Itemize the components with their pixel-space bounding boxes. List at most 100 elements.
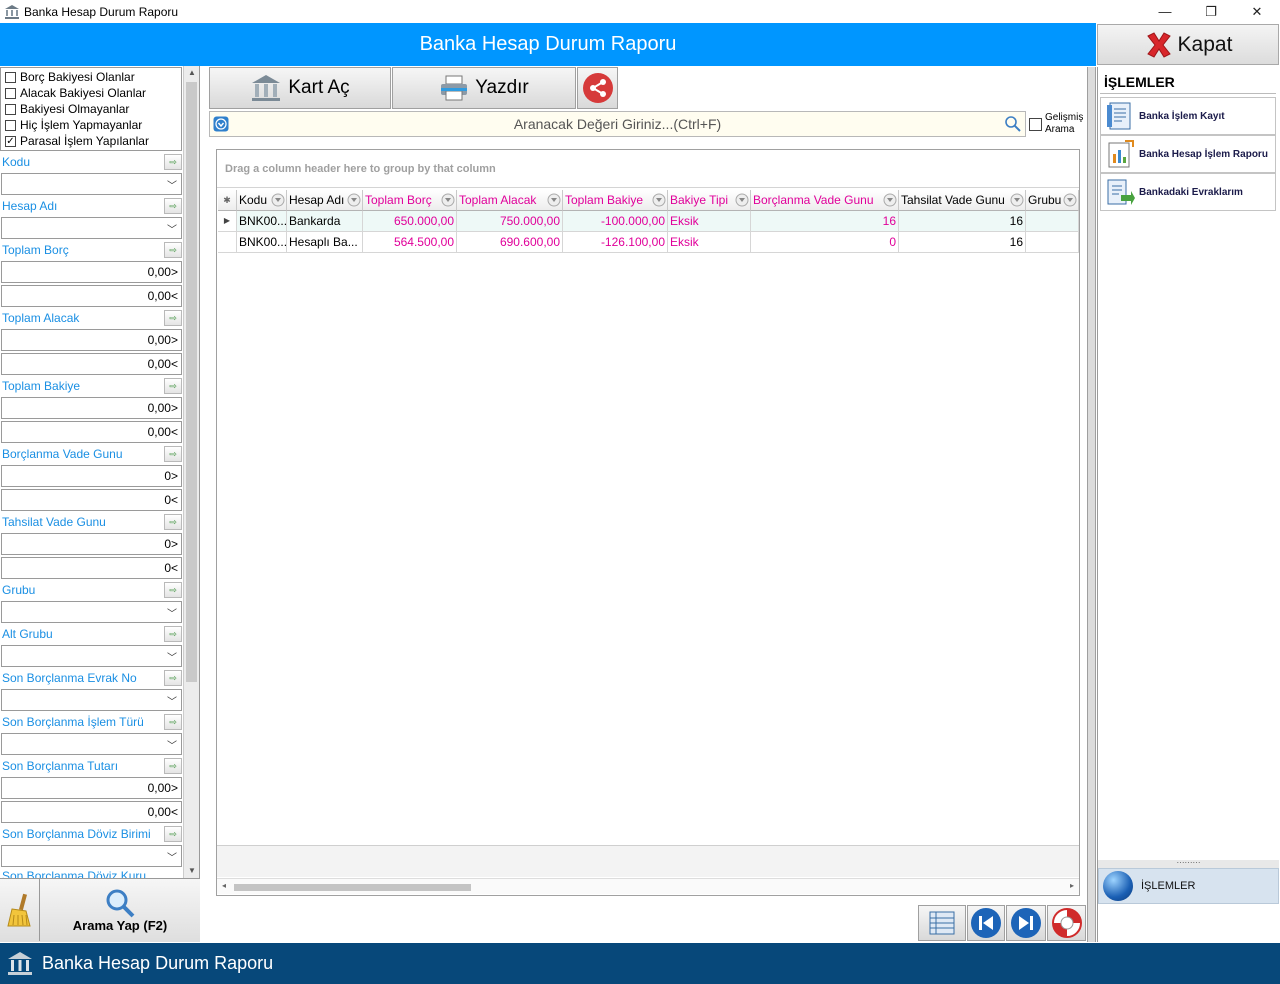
tahsilat-vade-min-input[interactable]: 0> [1, 533, 182, 555]
toplam-borc-min-input[interactable]: 0,00> [1, 261, 182, 283]
filter-apply-icon[interactable]: ⇨ [164, 446, 182, 462]
cell-bakiye-tipi[interactable]: Eksik [668, 232, 751, 253]
cell-toplam-bakiye[interactable]: -126.100,00 [563, 232, 668, 253]
cell-borclanma-vade[interactable]: 16 [751, 211, 899, 232]
chevron-down-icon[interactable]: ﹀ [167, 649, 177, 664]
last-record-button[interactable] [1006, 905, 1046, 941]
chevron-down-icon[interactable]: ﹀ [167, 177, 177, 192]
scroll-left-icon[interactable]: ◂ [222, 881, 226, 890]
column-header-toplam-alacak[interactable]: Toplam Alacak [457, 190, 563, 211]
cell-borclanma-vade[interactable]: 0 [751, 232, 899, 253]
grubu-combo[interactable]: ﹀ [1, 601, 182, 623]
kodu-combo[interactable]: ﹀ [1, 173, 182, 195]
filter-icon[interactable] [1063, 193, 1077, 207]
yazdir-button[interactable]: Yazdır [392, 67, 576, 109]
cell-hesap-adi[interactable]: Bankarda [287, 211, 363, 232]
chevron-down-icon[interactable]: ﹀ [167, 737, 177, 752]
filter-apply-icon[interactable]: ⇨ [164, 714, 182, 730]
scroll-right-icon[interactable]: ▸ [1070, 881, 1074, 890]
filter-icon[interactable] [1010, 193, 1024, 207]
checkbox-icon[interactable] [5, 87, 16, 99]
advanced-search-toggle[interactable]: Gelişmiş Arama [1029, 112, 1089, 138]
toplam-bakiye-min-input[interactable]: 0,00> [1, 397, 182, 419]
cell-bakiye-tipi[interactable]: Eksik [668, 211, 751, 232]
bankadaki-evraklarim-link[interactable]: Bankadaki Evraklarım [1100, 173, 1276, 211]
search-button[interactable]: Arama Yap (F2) [41, 879, 199, 941]
checkbox-icon[interactable] [1029, 118, 1042, 131]
kart-ac-button[interactable]: Kart Aç [209, 67, 391, 109]
cell-toplam-borc[interactable]: 650.000,00 [363, 211, 457, 232]
filter-checkbox-alacak-bakiyesi[interactable]: Alacak Bakiyesi Olanlar [5, 85, 146, 101]
borc-vade-max-input[interactable]: 0< [1, 489, 182, 511]
filter-apply-icon[interactable]: ⇨ [164, 826, 182, 842]
search-icon[interactable] [1004, 115, 1022, 133]
column-header-toplam-borc[interactable]: Toplam Borç [363, 190, 457, 211]
cell-toplam-borc[interactable]: 564.500,00 [363, 232, 457, 253]
column-header-bakiye-tipi[interactable]: Bakiye Tipi [668, 190, 751, 211]
cell-toplam-alacak[interactable]: 750.000,00 [457, 211, 563, 232]
toplam-alacak-max-input[interactable]: 0,00< [1, 353, 182, 375]
column-header-hesap-adi[interactable]: Hesap Adı [287, 190, 363, 211]
operations-splitter[interactable]: ········· [1098, 859, 1279, 868]
help-button[interactable] [1047, 905, 1086, 941]
cell-hesap-adi[interactable]: Hesaplı Ba... [287, 232, 363, 253]
filter-apply-icon[interactable]: ⇨ [164, 670, 182, 686]
row-indicator[interactable] [218, 232, 237, 253]
filter-apply-icon[interactable]: ⇨ [164, 198, 182, 214]
group-by-panel[interactable]: Drag a column header here to group by th… [217, 150, 1079, 188]
checkbox-icon[interactable] [5, 119, 16, 131]
filter-checkbox-parasal-islem[interactable]: ✓ Parasal İşlem Yapılanlar [5, 133, 149, 149]
filter-icon[interactable] [347, 193, 361, 207]
checkbox-checked-icon[interactable]: ✓ [5, 135, 16, 147]
toplam-borc-max-input[interactable]: 0,00< [1, 285, 182, 307]
minimize-button[interactable]: — [1142, 0, 1188, 23]
row-indicator-icon[interactable]: ▶ [218, 211, 237, 232]
cell-kodu[interactable]: BNK00... [237, 232, 287, 253]
chevron-down-icon[interactable]: ﹀ [167, 605, 177, 620]
column-header-toplam-bakiye[interactable]: Toplam Bakiye [563, 190, 668, 211]
son-islem-turu-combo[interactable]: ﹀ [1, 733, 182, 755]
cell-toplam-bakiye[interactable]: -100.000,00 [563, 211, 668, 232]
column-header-borclanma-vade[interactable]: Borçlanma Vade Gunu [751, 190, 899, 211]
window-close-button[interactable]: ✕ [1234, 0, 1280, 23]
filter-apply-icon[interactable]: ⇨ [164, 154, 182, 170]
cell-grubu[interactable] [1026, 232, 1079, 253]
column-header-tahsilat-vade[interactable]: Tahsilat Vade Gunu [899, 190, 1026, 211]
son-doviz-birimi-combo[interactable]: ﹀ [1, 845, 182, 867]
chevron-down-icon[interactable]: ﹀ [167, 221, 177, 236]
filter-checkbox-hic-islem[interactable]: Hiç İşlem Yapmayanlar [5, 117, 142, 133]
restore-button[interactable]: ❐ [1188, 0, 1234, 23]
son-tutar-min-input[interactable]: 0,00> [1, 777, 182, 799]
operations-group-button[interactable]: İŞLEMLER [1098, 868, 1279, 904]
filter-icon[interactable] [883, 193, 897, 207]
grid-horizontal-scrollbar[interactable]: ◂ ▸ [217, 878, 1079, 894]
filter-icon[interactable] [547, 193, 561, 207]
first-record-button[interactable] [967, 905, 1005, 941]
toplam-bakiye-max-input[interactable]: 0,00< [1, 421, 182, 443]
checkbox-icon[interactable] [5, 103, 16, 115]
filter-icon[interactable] [652, 193, 666, 207]
column-header-kodu[interactable]: Kodu [237, 190, 287, 211]
banka-hesap-islem-raporu-link[interactable]: Banka Hesap İşlem Raporu [1100, 135, 1276, 173]
filter-apply-icon[interactable]: ⇨ [164, 378, 182, 394]
cell-grubu[interactable] [1026, 211, 1079, 232]
filter-icon[interactable] [735, 193, 749, 207]
filter-apply-icon[interactable]: ⇨ [164, 758, 182, 774]
share-button[interactable] [577, 67, 618, 109]
scroll-down-icon[interactable]: ▼ [184, 864, 200, 878]
grid-search-box[interactable]: Aranacak Değeri Giriniz...(Ctrl+F) [209, 111, 1026, 137]
son-tutar-max-input[interactable]: 0,00< [1, 801, 182, 823]
scroll-thumb[interactable] [234, 884, 471, 891]
banka-islem-kayit-link[interactable]: Banka İşlem Kayıt [1100, 97, 1276, 135]
cell-kodu[interactable]: BNK00... [237, 211, 287, 232]
filter-checkbox-borc-bakiyesi[interactable]: Borç Bakiyesi Olanlar [5, 69, 135, 85]
filter-apply-icon[interactable]: ⇨ [164, 626, 182, 642]
chevron-down-icon[interactable]: ﹀ [167, 849, 177, 864]
borc-vade-min-input[interactable]: 0> [1, 465, 182, 487]
cell-tahsilat-vade[interactable]: 16 [899, 232, 1026, 253]
filter-apply-icon[interactable]: ⇨ [164, 242, 182, 258]
filter-icon[interactable] [441, 193, 455, 207]
chevron-down-icon[interactable]: ﹀ [167, 693, 177, 708]
filter-checkbox-bakiyesi-olmayan[interactable]: Bakiyesi Olmayanlar [5, 101, 129, 117]
scroll-up-icon[interactable]: ▲ [184, 66, 200, 80]
